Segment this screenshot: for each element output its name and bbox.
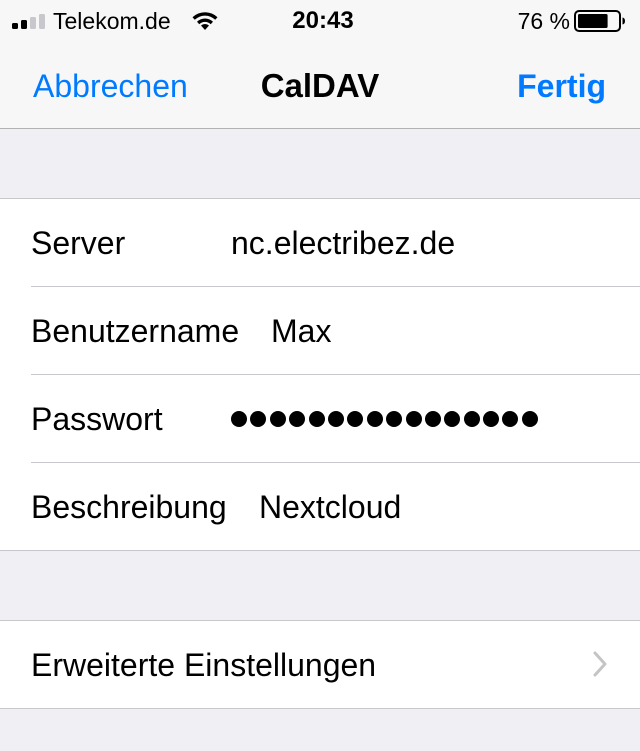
password-mask-dot	[250, 411, 267, 427]
done-button[interactable]: Fertig	[517, 68, 606, 105]
username-input[interactable]: Max	[271, 313, 331, 350]
advanced-settings-label: Erweiterte Einstellungen	[31, 647, 377, 683]
chevron-right-icon	[593, 651, 607, 677]
password-mask-dot	[424, 411, 441, 427]
password-row[interactable]: Passwort	[0, 374, 640, 463]
navigation-bar: Abbrechen CalDAV Fertig	[0, 40, 640, 129]
password-mask-dot	[308, 411, 325, 427]
description-input[interactable]: Nextcloud	[259, 489, 401, 526]
password-mask-dot	[289, 411, 306, 427]
password-mask-dot	[405, 411, 422, 427]
status-bar: Telekom.de 20:43 76 %	[0, 0, 640, 40]
username-label: Benutzername	[31, 313, 240, 349]
password-mask-dot	[231, 411, 247, 427]
server-input[interactable]: nc.electribez.de	[231, 225, 455, 262]
password-mask-dot	[502, 411, 519, 427]
password-mask-dot	[347, 411, 364, 427]
password-mask-dot	[444, 411, 461, 427]
password-mask-dot	[521, 411, 538, 427]
account-fields-group: Server nc.electribez.de Benutzername Max…	[0, 198, 640, 551]
password-label: Passwort	[31, 401, 163, 437]
battery-percentage: 76 %	[517, 8, 570, 34]
password-mask-dot	[386, 411, 403, 427]
password-input[interactable]	[231, 411, 538, 427]
server-row[interactable]: Server nc.electribez.de	[0, 199, 640, 287]
advanced-settings-row[interactable]: Erweiterte Einstellungen	[0, 621, 640, 709]
advanced-settings-group: Erweiterte Einstellungen	[0, 620, 640, 709]
password-mask-dot	[483, 411, 500, 427]
password-mask-dot	[366, 411, 383, 427]
username-row[interactable]: Benutzername Max	[0, 286, 640, 375]
password-mask-dot	[269, 411, 286, 427]
server-label: Server	[31, 225, 126, 261]
description-row[interactable]: Beschreibung Nextcloud	[0, 462, 640, 551]
battery-icon	[574, 10, 625, 32]
password-mask-dot	[327, 411, 344, 427]
description-label: Beschreibung	[31, 489, 227, 525]
password-mask-dot	[463, 411, 480, 427]
